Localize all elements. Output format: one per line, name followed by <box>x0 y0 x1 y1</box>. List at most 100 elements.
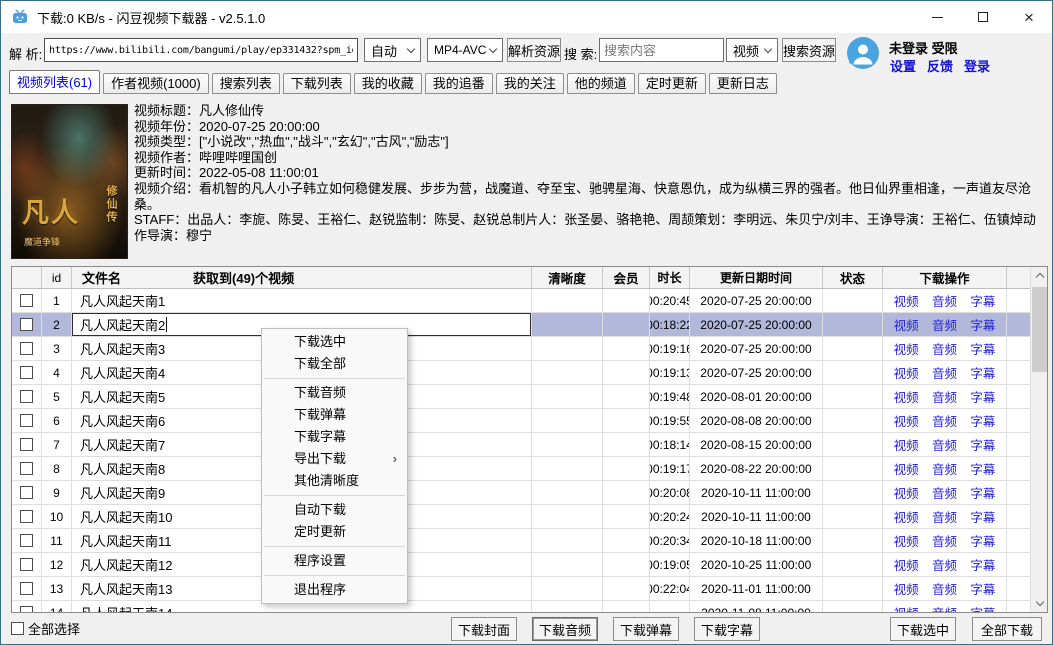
download-audio-link[interactable]: 音频 <box>932 435 957 454</box>
parse-resource-button[interactable]: 解析资源 <box>507 38 561 62</box>
download-subtitle-link[interactable]: 字幕 <box>970 459 995 478</box>
close-button[interactable]: × <box>1006 1 1052 33</box>
table-row-10[interactable]: 10凡人风起天南1000:20:242020-10-11 11:00:00视频音… <box>12 505 1030 529</box>
download-audio-link[interactable]: 音频 <box>932 387 957 406</box>
scroll-up-button[interactable] <box>1031 267 1048 284</box>
download-video-link[interactable]: 视频 <box>894 435 919 454</box>
row-checkbox[interactable] <box>20 534 33 547</box>
minimize-button[interactable] <box>914 1 960 33</box>
search-type-select[interactable]: 视频 <box>726 38 778 62</box>
menu-item-12[interactable]: 程序设置 <box>262 550 407 572</box>
download-subtitle-link[interactable]: 字幕 <box>970 507 995 526</box>
download-audio-button[interactable]: 下载音频 <box>532 617 598 641</box>
row-checkbox[interactable] <box>20 294 33 307</box>
search-resource-button[interactable]: 搜索资源 <box>782 38 836 62</box>
tab-8[interactable]: 定时更新 <box>638 73 706 94</box>
download-all-button[interactable]: 全部下载 <box>972 617 1042 641</box>
row-checkbox[interactable] <box>20 582 33 595</box>
mode-select[interactable]: 自动 <box>364 38 421 62</box>
download-audio-link[interactable]: 音频 <box>932 579 957 598</box>
tab-0[interactable]: 视频列表(61) <box>9 70 100 94</box>
tab-3[interactable]: 下载列表 <box>283 73 351 94</box>
table-row-9[interactable]: 9凡人风起天南900:20:082020-10-11 11:00:00视频音频字… <box>12 481 1030 505</box>
download-subtitle-link[interactable]: 字幕 <box>970 579 995 598</box>
download-audio-link[interactable]: 音频 <box>932 603 957 613</box>
vertical-scrollbar[interactable] <box>1030 267 1047 612</box>
download-cover-button[interactable]: 下载封面 <box>451 617 517 641</box>
menu-item-3[interactable]: 下载音频 <box>262 382 407 404</box>
table-row-1[interactable]: 1凡人风起天南100:20:452020-07-25 20:00:00视频音频字… <box>12 289 1030 313</box>
tab-2[interactable]: 搜索列表 <box>212 73 280 94</box>
maximize-button[interactable] <box>960 1 1006 33</box>
row-checkbox[interactable] <box>20 462 33 475</box>
download-video-link[interactable]: 视频 <box>894 339 919 358</box>
select-all-checkbox[interactable] <box>11 622 24 635</box>
row-checkbox[interactable] <box>20 366 33 379</box>
download-video-link[interactable]: 视频 <box>894 603 919 613</box>
tab-7[interactable]: 他的频道 <box>567 73 635 94</box>
download-audio-link[interactable]: 音频 <box>932 411 957 430</box>
download-subtitle-link[interactable]: 字幕 <box>970 411 995 430</box>
download-subtitle-link[interactable]: 字幕 <box>970 555 995 574</box>
tab-9[interactable]: 更新日志 <box>709 73 777 94</box>
table-row-8[interactable]: 8凡人风起天南800:19:172020-08-22 20:00:00视频音频字… <box>12 457 1030 481</box>
download-video-link[interactable]: 视频 <box>894 363 919 382</box>
scrollbar-thumb[interactable] <box>1032 287 1047 372</box>
menu-item-0[interactable]: 下载选中 <box>262 331 407 353</box>
table-row-2[interactable]: 2凡人风起天南200:18:222020-07-25 20:00:00视频音频字… <box>12 313 1030 337</box>
download-subtitle-link[interactable]: 字幕 <box>970 603 995 613</box>
table-row-4[interactable]: 4凡人风起天南400:19:132020-07-25 20:00:00视频音频字… <box>12 361 1030 385</box>
row-checkbox[interactable] <box>20 318 33 331</box>
download-subtitle-link[interactable]: 字幕 <box>970 339 995 358</box>
row-checkbox[interactable] <box>20 390 33 403</box>
download-subtitle-link[interactable]: 字幕 <box>970 483 995 502</box>
download-audio-link[interactable]: 音频 <box>932 315 957 334</box>
search-input[interactable] <box>599 38 724 62</box>
table-row-6[interactable]: 6凡人风起天南600:19:552020-08-08 20:00:00视频音频字… <box>12 409 1030 433</box>
menu-item-10[interactable]: 定时更新 <box>262 521 407 543</box>
menu-item-6[interactable]: 导出下载› <box>262 448 407 470</box>
table-row-13[interactable]: 13凡人风起天南1300:22:042020-11-01 11:00:00视频音… <box>12 577 1030 601</box>
tab-4[interactable]: 我的收藏 <box>354 73 422 94</box>
menu-item-4[interactable]: 下载弹幕 <box>262 404 407 426</box>
download-video-link[interactable]: 视频 <box>894 579 919 598</box>
download-video-link[interactable]: 视频 <box>894 387 919 406</box>
table-row-5[interactable]: 5凡人风起天南500:19:482020-08-01 20:00:00视频音频字… <box>12 385 1030 409</box>
row-checkbox[interactable] <box>20 558 33 571</box>
table-row-7[interactable]: 7凡人风起天南700:18:142020-08-15 20:00:00视频音频字… <box>12 433 1030 457</box>
download-audio-link[interactable]: 音频 <box>932 507 957 526</box>
download-audio-link[interactable]: 音频 <box>932 363 957 382</box>
download-subtitle-link[interactable]: 字幕 <box>970 531 995 550</box>
row-checkbox[interactable] <box>20 606 33 613</box>
download-video-link[interactable]: 视频 <box>894 531 919 550</box>
row-checkbox[interactable] <box>20 438 33 451</box>
download-selected-button[interactable]: 下载选中 <box>890 617 956 641</box>
tab-5[interactable]: 我的追番 <box>425 73 493 94</box>
tab-1[interactable]: 作者视频(1000) <box>103 73 209 94</box>
table-row-12[interactable]: 12凡人风起天南1200:19:052020-10-25 11:00:00视频音… <box>12 553 1030 577</box>
select-all-control[interactable]: 全部选择 <box>11 619 80 638</box>
scroll-down-button[interactable] <box>1031 595 1048 612</box>
table-row-14[interactable]: 14凡人风起天南142020-11-08 11:00:00视频音频字幕 <box>12 601 1030 613</box>
download-subtitle-link[interactable]: 字幕 <box>970 435 995 454</box>
download-video-link[interactable]: 视频 <box>894 459 919 478</box>
tab-6[interactable]: 我的关注 <box>496 73 564 94</box>
download-subtitle-link[interactable]: 字幕 <box>970 315 995 334</box>
download-audio-link[interactable]: 音频 <box>932 483 957 502</box>
feedback-link[interactable]: 反馈 <box>927 56 953 75</box>
url-input[interactable] <box>44 38 358 62</box>
download-subtitle-button[interactable]: 下载字幕 <box>694 617 760 641</box>
menu-item-9[interactable]: 自动下载 <box>262 499 407 521</box>
row-filename[interactable]: 凡人风起天南1 <box>72 289 532 312</box>
download-video-link[interactable]: 视频 <box>894 315 919 334</box>
format-select[interactable]: MP4-AVC <box>427 38 503 62</box>
download-audio-link[interactable]: 音频 <box>932 555 957 574</box>
download-video-link[interactable]: 视频 <box>894 507 919 526</box>
menu-item-5[interactable]: 下载字幕 <box>262 426 407 448</box>
login-link[interactable]: 登录 <box>964 56 990 75</box>
download-audio-link[interactable]: 音频 <box>932 531 957 550</box>
download-subtitle-link[interactable]: 字幕 <box>970 363 995 382</box>
row-checkbox[interactable] <box>20 414 33 427</box>
download-subtitle-link[interactable]: 字幕 <box>970 291 995 310</box>
table-row-11[interactable]: 11凡人风起天南1100:20:342020-10-18 11:00:00视频音… <box>12 529 1030 553</box>
